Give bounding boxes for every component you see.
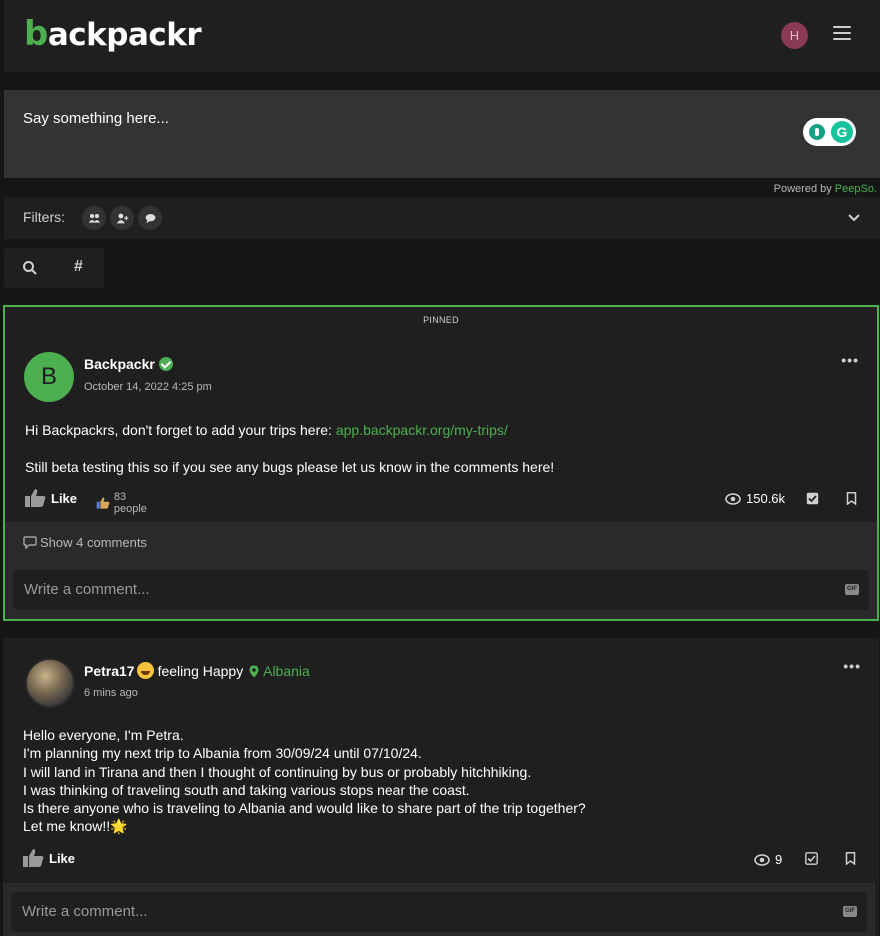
- peepso-link[interactable]: PeepSo.: [835, 183, 877, 195]
- search-hashtag-toggle: #: [4, 248, 104, 288]
- filter-comments-icon[interactable]: [138, 206, 162, 230]
- verified-icon: [158, 357, 173, 371]
- powered-by: Powered by PeepSo.: [773, 183, 877, 195]
- post-timestamp[interactable]: October 14, 2022 4:25 pm: [84, 381, 212, 393]
- avatar[interactable]: B: [24, 352, 74, 402]
- gif-icon[interactable]: GIF: [843, 906, 857, 917]
- comment-section: Write a comment... GIF: [3, 883, 875, 936]
- location-pin-icon: [249, 665, 259, 678]
- eye-icon: [754, 853, 770, 866]
- hashtag-icon[interactable]: #: [74, 258, 83, 276]
- search-icon[interactable]: [22, 260, 38, 276]
- comment-icon: [23, 536, 37, 549]
- composer-placeholder[interactable]: Say something here...: [23, 110, 169, 127]
- filters-label: Filters:: [23, 209, 65, 225]
- checkbox-icon[interactable]: [805, 852, 818, 865]
- comment-section: Write a comment... GIF: [5, 564, 877, 619]
- gif-icon[interactable]: GIF: [845, 584, 859, 595]
- filter-add-friend-icon[interactable]: [110, 206, 134, 230]
- post-author[interactable]: Backpackr: [84, 356, 173, 372]
- comment-input[interactable]: Write a comment... GIF: [11, 892, 867, 932]
- comment-input[interactable]: Write a comment... GIF: [13, 570, 869, 610]
- checkbox-icon[interactable]: [806, 492, 819, 505]
- filter-community-icon[interactable]: [82, 206, 106, 230]
- view-count: 150.6k: [725, 491, 785, 506]
- chevron-down-icon[interactable]: [847, 211, 861, 225]
- more-options-icon[interactable]: •••: [843, 658, 861, 674]
- my-trips-link[interactable]: app.backpackr.org/my-trips/: [336, 422, 508, 438]
- post-body: Hello everyone, I'm Petra. I'm planning …: [23, 727, 586, 835]
- logo[interactable]: backpackr: [24, 14, 202, 54]
- post-timestamp[interactable]: 6 mins ago: [84, 687, 138, 699]
- bookmark-icon[interactable]: [845, 492, 858, 505]
- bookmark-icon[interactable]: [844, 852, 857, 865]
- avatar[interactable]: [25, 658, 75, 708]
- user-avatar[interactable]: H: [781, 22, 808, 49]
- pinned-post: PINNED B Backpackr October 14, 2022 4:25…: [3, 305, 879, 621]
- thumbs-up-blue-icon: [96, 497, 110, 509]
- show-comments-bar: Show 4 comments: [5, 522, 877, 564]
- post-body: Hi Backpackrs, don't forget to add your …: [25, 422, 555, 475]
- view-count: 9: [754, 852, 782, 867]
- feed-post: Petra17 feeling Happy Albania 6 mins ago …: [3, 638, 879, 936]
- post-composer[interactable]: Say something here... G: [4, 90, 880, 178]
- happy-emoji-icon: [136, 662, 154, 679]
- thumbs-up-icon: [25, 489, 46, 507]
- eye-icon: [725, 492, 741, 505]
- lightbulb-icon[interactable]: [809, 124, 825, 140]
- grammarly-widget[interactable]: G: [803, 118, 856, 146]
- grammarly-icon[interactable]: G: [831, 121, 853, 143]
- show-comments-button[interactable]: Show 4 comments: [23, 535, 147, 550]
- like-button[interactable]: Like: [22, 848, 75, 868]
- top-bar: backpackr H: [4, 0, 880, 72]
- pinned-label: PINNED: [423, 315, 459, 325]
- hamburger-menu-icon[interactable]: [833, 26, 851, 40]
- likes-count[interactable]: 83 people: [96, 491, 151, 515]
- more-options-icon[interactable]: •••: [841, 352, 859, 368]
- post-author[interactable]: Petra17 feeling Happy Albania: [84, 662, 310, 679]
- like-button[interactable]: Like: [24, 488, 77, 508]
- feeling-text: feeling Happy: [157, 663, 244, 679]
- thumbs-up-icon: [23, 849, 44, 867]
- location-link[interactable]: Albania: [263, 663, 310, 679]
- filters-bar: Filters:: [4, 197, 880, 239]
